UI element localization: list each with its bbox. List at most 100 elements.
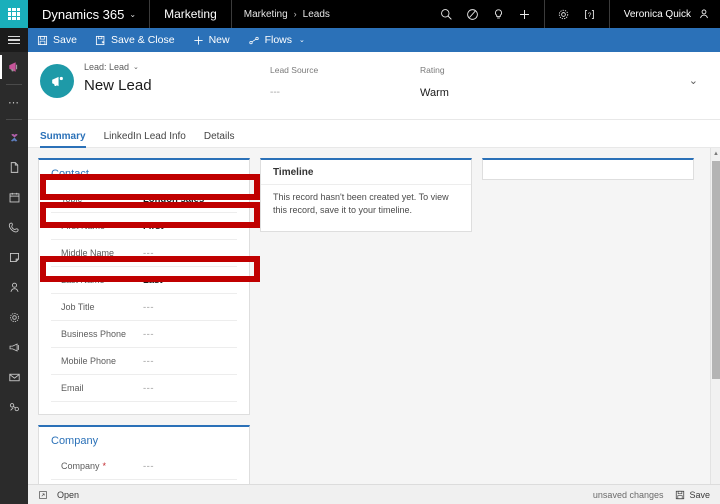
field-mobile-phone[interactable]: Mobile Phone --- bbox=[51, 348, 237, 375]
new-button-label: New bbox=[208, 34, 230, 46]
hamburger-menu-icon[interactable] bbox=[0, 28, 28, 52]
breadcrumb-item-0[interactable]: Marketing bbox=[244, 9, 288, 20]
field-label-text: Last Name bbox=[61, 275, 105, 285]
field-business-phone[interactable]: Business Phone --- bbox=[51, 321, 237, 348]
statusbar-corner bbox=[0, 484, 28, 504]
field-label: Email bbox=[51, 383, 143, 393]
field-job-title[interactable]: Job Title --- bbox=[51, 294, 237, 321]
search-icon[interactable] bbox=[434, 0, 460, 28]
sidebar-item-calendar[interactable] bbox=[0, 182, 28, 212]
form-column-left: Contact Topic * London sales First Name … bbox=[38, 158, 260, 484]
field-label: Topic * bbox=[51, 194, 143, 204]
field-topic[interactable]: Topic * London sales bbox=[51, 186, 237, 213]
field-label: Company * bbox=[51, 461, 143, 471]
header-fields: Lead Source --- Rating Warm bbox=[270, 52, 570, 99]
header-expand-chevron-icon[interactable]: ⌄ bbox=[689, 74, 698, 87]
record-header: Lead: Lead ⌄ New Lead Lead Source --- Ra… bbox=[28, 52, 720, 120]
field-label: Job Title bbox=[51, 302, 143, 312]
flows-button-label: Flows bbox=[264, 34, 292, 46]
breadcrumb-item-1[interactable]: Leads bbox=[303, 9, 330, 20]
header-field-rating[interactable]: Rating Warm bbox=[420, 65, 570, 99]
timeline-title: Timeline bbox=[273, 167, 314, 178]
field-label: Last Name * bbox=[51, 275, 143, 285]
help-icon[interactable]: ? bbox=[577, 0, 603, 28]
field-last-name[interactable]: Last Name * Last bbox=[51, 267, 237, 294]
scrollbar-thumb[interactable] bbox=[712, 161, 720, 379]
tab-summary[interactable]: Summary bbox=[40, 131, 86, 148]
save-button[interactable]: Save bbox=[28, 28, 86, 52]
lightbulb-icon[interactable] bbox=[486, 0, 512, 28]
command-bar: Save Save & Close New Flows ⌄ bbox=[0, 28, 720, 52]
open-label[interactable]: Open bbox=[57, 490, 79, 500]
app-name-marketing[interactable]: Marketing bbox=[150, 0, 232, 28]
new-button[interactable]: New bbox=[184, 28, 239, 52]
save-and-close-button[interactable]: Save & Close bbox=[86, 28, 184, 52]
plus-icon[interactable] bbox=[512, 0, 538, 28]
chevron-down-icon: ⌄ bbox=[299, 37, 305, 44]
field-value: --- bbox=[143, 460, 154, 472]
chevron-down-icon: ⌄ bbox=[129, 9, 137, 19]
sidebar-item-pages[interactable] bbox=[0, 152, 28, 182]
sidebar-item-marketing-home[interactable] bbox=[0, 52, 28, 82]
rail-divider-2 bbox=[6, 119, 22, 120]
user-menu[interactable]: Veronica Quick bbox=[610, 0, 720, 28]
sidebar-item-pinned[interactable] bbox=[0, 122, 28, 152]
field-label: Middle Name bbox=[51, 248, 143, 258]
header-field-value: Warm bbox=[420, 87, 449, 99]
header-field-label: Rating bbox=[420, 65, 445, 75]
flows-icon bbox=[248, 35, 260, 46]
company-section-title: Company bbox=[51, 435, 99, 447]
chevron-down-icon: ⌄ bbox=[133, 64, 139, 71]
sidebar-item-segments[interactable] bbox=[0, 392, 28, 422]
scroll-up-arrow-icon[interactable]: ▲ bbox=[711, 148, 720, 159]
field-first-name[interactable]: First Name * First bbox=[51, 213, 237, 240]
svg-text:?: ? bbox=[588, 11, 592, 18]
envelope-icon bbox=[8, 373, 20, 381]
dynamics365-lead-form-window: Dynamics 365 ⌄ Marketing Marketing › Lea… bbox=[0, 0, 720, 504]
form-column-middle: Timeline This record hasn't been created… bbox=[260, 158, 472, 242]
status-save-button[interactable]: Save bbox=[675, 490, 710, 500]
person-icon bbox=[700, 9, 708, 19]
sidebar-item-contacts[interactable] bbox=[0, 272, 28, 302]
sidebar-item-emails[interactable] bbox=[0, 362, 28, 392]
waffle-grid-shape bbox=[8, 8, 20, 20]
plus-icon bbox=[193, 35, 204, 46]
megaphone-flat-icon bbox=[9, 342, 19, 352]
sidebar-item-campaigns[interactable] bbox=[0, 332, 28, 362]
header-field-lead-source[interactable]: Lead Source --- bbox=[270, 65, 420, 98]
field-value: --- bbox=[143, 247, 154, 259]
hamburger-lines bbox=[8, 34, 20, 47]
required-asterisk-icon: * bbox=[108, 220, 112, 231]
field-label-text: Email bbox=[61, 383, 84, 393]
card-bottom-padding bbox=[39, 402, 249, 414]
flows-button[interactable]: Flows ⌄ bbox=[239, 28, 314, 52]
field-company[interactable]: Company * --- bbox=[51, 453, 237, 480]
vertical-scrollbar[interactable]: ▲ ▼ bbox=[710, 148, 720, 484]
tab-details[interactable]: Details bbox=[204, 131, 235, 147]
form-body: Contact Topic * London sales First Name … bbox=[28, 148, 720, 484]
header-field-label: Lead Source bbox=[270, 65, 319, 75]
calendar-icon bbox=[9, 192, 19, 202]
field-middle-name[interactable]: Middle Name --- bbox=[51, 240, 237, 267]
field-label-text: First Name bbox=[61, 221, 106, 231]
sidebar-item-recent-more[interactable]: ⋯ bbox=[0, 87, 28, 117]
field-value: --- bbox=[143, 301, 154, 313]
field-email[interactable]: Email --- bbox=[51, 375, 237, 402]
app-launcher-grid-icon[interactable] bbox=[0, 0, 28, 28]
settings-gear-icon bbox=[9, 312, 19, 322]
field-label-text: Company bbox=[61, 461, 100, 471]
assistant-icon[interactable] bbox=[460, 0, 486, 28]
sidebar-item-phone-calls[interactable] bbox=[0, 212, 28, 242]
open-record-icon[interactable] bbox=[38, 490, 48, 500]
person-icon bbox=[9, 282, 19, 292]
brand-dynamics365[interactable]: Dynamics 365 ⌄ bbox=[28, 0, 151, 28]
sidebar-item-notes[interactable] bbox=[0, 242, 28, 272]
page-title: New Lead bbox=[84, 77, 152, 94]
sidebar-item-settings[interactable] bbox=[0, 302, 28, 332]
timeline-empty-message: This record hasn't been created yet. To … bbox=[261, 184, 471, 231]
record-type-selector[interactable]: Lead: Lead ⌄ bbox=[84, 62, 234, 72]
tab-linkedin-lead-info[interactable]: LinkedIn Lead Info bbox=[104, 131, 186, 147]
user-name-label: Veronica Quick bbox=[623, 8, 691, 20]
field-label-text: Business Phone bbox=[61, 329, 127, 339]
gear-icon[interactable] bbox=[551, 0, 577, 28]
